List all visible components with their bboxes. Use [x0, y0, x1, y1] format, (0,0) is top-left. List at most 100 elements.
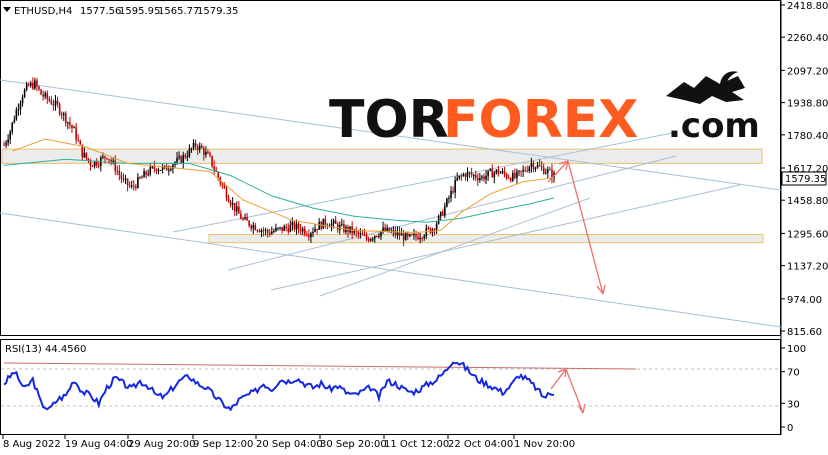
candle-body [460, 175, 463, 177]
candle-body [223, 185, 226, 189]
candle-body [462, 174, 465, 176]
candle-body [536, 164, 539, 168]
candle-body [40, 89, 42, 95]
candle-body [38, 86, 40, 90]
candle-body [444, 206, 446, 216]
candle-body [180, 156, 182, 164]
candle-body [182, 155, 185, 164]
price-axis[interactable]: 2418.802260.402097.201938.801780.401617.… [781, 1, 828, 338]
candle-body [120, 174, 123, 179]
rsi-tick-label: 0 [787, 423, 793, 434]
candle-body [124, 178, 127, 180]
candle-body [211, 155, 213, 167]
candle-body [209, 153, 211, 156]
candle-body [170, 169, 172, 171]
candle-body [285, 226, 288, 228]
candle-body [34, 80, 36, 89]
candle[interactable] [322, 218, 325, 229]
candle-body [308, 235, 310, 238]
time-tick-label: 1 Nov 20:00 [514, 439, 575, 450]
candle-body [281, 227, 283, 231]
candle-body [238, 206, 240, 214]
candle-body [421, 237, 423, 239]
candle-body [392, 230, 395, 232]
candle-body [532, 163, 535, 169]
time-tick-label: 22 Oct 04:00 [448, 439, 513, 450]
candle-body [542, 167, 545, 174]
candle-body [246, 217, 248, 221]
candle[interactable] [180, 154, 182, 164]
time-tick-label: 11 Oct 12:00 [384, 439, 449, 450]
candle-body [458, 175, 461, 179]
candle-body [149, 166, 152, 174]
candle-body [15, 109, 18, 120]
candle-body [423, 235, 426, 239]
candle-body [466, 172, 469, 177]
candle-body [293, 222, 296, 230]
candle-body [549, 169, 551, 171]
candle-body [85, 152, 88, 159]
candle-body [491, 169, 494, 178]
time-tick-label: 9 Sep 12:00 [193, 439, 253, 450]
candle-body [382, 227, 384, 232]
candle-body [153, 166, 156, 170]
candle-body [454, 180, 456, 193]
candle-body [501, 171, 504, 173]
candle-body [242, 218, 244, 220]
candle-body [112, 160, 114, 162]
rsi-axis[interactable]: 100 70 30 0 [781, 344, 806, 434]
candle-body [303, 228, 306, 235]
candle[interactable] [159, 169, 162, 171]
candle[interactable] [40, 88, 42, 95]
rsi-panel[interactable] [0, 339, 781, 435]
candle-body [343, 224, 345, 232]
candle-body [7, 139, 9, 143]
trading-chart[interactable]: TOR FOREX .com ETHUSD,H4 1577.56 1595.95… [0, 0, 828, 455]
candle-body [507, 177, 510, 179]
candle-body [316, 228, 318, 230]
candle-body [52, 104, 55, 106]
candle-body [256, 230, 259, 232]
candle-body [44, 93, 46, 97]
close-price: 1579.35 [197, 6, 238, 17]
candle-body [3, 145, 5, 147]
candle[interactable] [446, 197, 448, 208]
price-tick-label: 2260.40 [787, 33, 828, 44]
candle-body [287, 227, 290, 232]
candle-body [231, 202, 234, 205]
candle-body [411, 234, 413, 236]
candle-body [235, 206, 238, 212]
time-axis[interactable]: 8 Aug 2022 19 Aug 04:0029 Aug 20:009 Sep … [2, 435, 575, 450]
candle-body [262, 230, 265, 232]
candle-body [419, 237, 421, 240]
candle-body [318, 222, 320, 230]
price-tick-label: 1295.60 [787, 229, 828, 240]
candle-body [205, 151, 207, 155]
candle-body [91, 165, 94, 167]
candle-body [301, 228, 304, 232]
candle-body [497, 169, 500, 174]
candle-body [89, 160, 92, 166]
candle-body [67, 122, 69, 124]
candle-body [509, 178, 512, 181]
candle-body [439, 211, 442, 216]
candle-body [481, 176, 483, 178]
candle-body [369, 238, 372, 241]
candle-body [97, 165, 100, 167]
candle-body [75, 127, 77, 140]
candle-body [306, 234, 308, 236]
logo-com-text: .com [668, 106, 760, 146]
candle-body [489, 169, 491, 171]
candle-body [514, 172, 516, 178]
candle-body [188, 148, 191, 157]
candle-body [493, 172, 496, 178]
candle-body [23, 89, 26, 98]
candle-body [367, 238, 370, 241]
candle[interactable] [437, 214, 440, 225]
candle-body [479, 177, 481, 181]
candle-body [273, 231, 275, 233]
price-tick-label: 1780.40 [787, 131, 828, 142]
candle-body [77, 139, 79, 141]
candle-body [42, 94, 44, 97]
candle-body [157, 170, 160, 172]
